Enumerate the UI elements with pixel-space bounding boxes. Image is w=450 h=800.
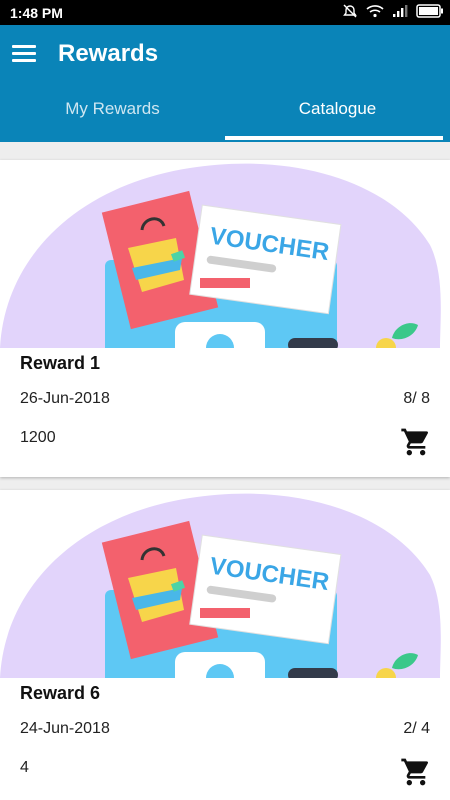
cart-icon [401,758,429,786]
wifi-icon [366,5,384,18]
page-title: Rewards [58,40,159,67]
tab-indicator [225,136,443,140]
reward-date: 24-Jun-2018 [20,720,110,737]
reward-count: 2/ 4 [403,720,430,737]
battery-icon [416,4,443,18]
app-bar: Rewards My Rewards Catalogue [0,25,450,142]
reward-date: 26-Jun-2018 [20,390,110,407]
voucher-illustration: VOUCHER [0,490,450,678]
signal-icon [393,5,408,17]
add-to-cart-button[interactable] [400,756,432,788]
alarm-off-icon [343,4,357,18]
status-bar: 1:48 PM [0,0,450,25]
reward-title: Reward 1 [20,353,101,373]
reward-card[interactable]: VOUCHER Reward 6 24-Jun-2018 2/ 4 4 [0,490,450,800]
menu-button[interactable] [8,38,40,70]
status-icons [342,3,444,19]
voucher-illustration: VOUCHER [0,160,450,348]
reward-card[interactable]: VOUCHER Reward 1 26-Jun-2018 8/ 8 1200 [0,160,450,477]
add-to-cart-button[interactable] [400,426,432,458]
tab-catalogue[interactable]: Catalogue [225,85,450,142]
status-time: 1:48 PM [10,5,63,21]
reward-points: 4 [20,759,29,776]
reward-points: 1200 [20,429,56,446]
cart-icon [401,428,429,456]
reward-count: 8/ 8 [403,390,430,407]
tab-my-rewards[interactable]: My Rewards [0,85,225,142]
reward-title: Reward 6 [20,683,101,703]
